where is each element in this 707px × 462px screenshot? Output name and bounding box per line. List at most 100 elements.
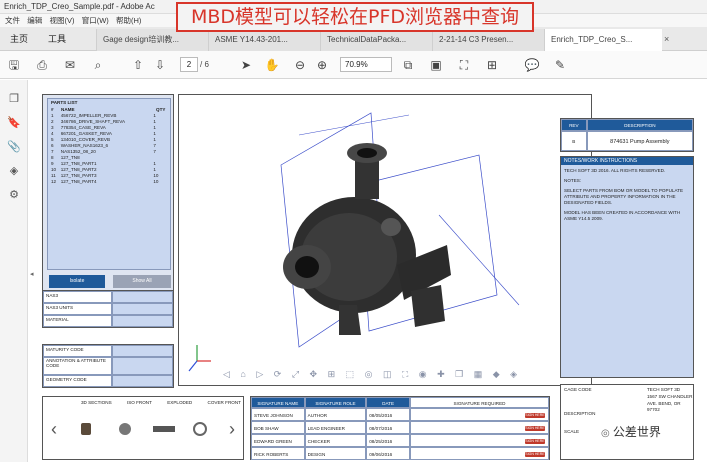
scale-label: SCALE	[564, 429, 580, 434]
nas3-label: NAS3	[43, 291, 112, 303]
sign-here-button[interactable]: SIGN HERE	[525, 452, 545, 457]
layers-icon[interactable]: ◈	[6, 164, 22, 180]
isolate-button[interactable]: Isolate	[49, 275, 105, 288]
annotation-code-label: ANNOTATION & ATTRIBUTE CODE	[43, 357, 112, 375]
caption-banner: MBD模型可以轻松在PFD浏览器中查询	[176, 2, 534, 32]
doc-tab-asme[interactable]: ASME Y14.43-201...	[208, 29, 320, 51]
sign-here-button[interactable]: SIGN HERE	[525, 439, 545, 444]
collapse-arrow-icon[interactable]: ◂	[30, 270, 34, 278]
zoom-out-icon[interactable]: ⊖	[292, 57, 308, 73]
material-value[interactable]	[111, 315, 173, 327]
menu-help[interactable]: 帮助(H)	[116, 16, 141, 25]
toolbar: 🖫 ⎙ ✉ ⌕ ⇧ ⇩ 2 / 6 ➤ ✋ ⊖ ⊕ 70.9% ⧉ ▣ ⛶ ⊞ …	[0, 51, 707, 79]
page-up-icon[interactable]: ⇧	[130, 57, 146, 73]
company-name: TECH SOFT 3D	[647, 387, 681, 392]
doc-tab-gage[interactable]: Gage design培训教...	[96, 29, 208, 51]
window-title: Enrich_TDP_Creo_Sample.pdf - Adobe Ac	[4, 2, 155, 11]
view-thumb-sections[interactable]	[81, 423, 91, 435]
3d-viewport[interactable]: ◁ ⌂ ▷ ⟳ ⤢ ✥ ⊞ ⬚ ◎ ◫ ⛶ ◉ ✚ ❒ ▦ ◆ ◈	[178, 94, 592, 386]
views-prev-arrow-icon[interactable]: ‹	[51, 419, 57, 440]
view-label-sections[interactable]: 3D SECTIONS	[81, 400, 112, 406]
doc-tab-presentation[interactable]: 2-21-14 C3 Presen...	[432, 29, 544, 51]
comment-icon[interactable]: 💬	[524, 57, 540, 73]
maturity-fields: MATURITY CODE ANNOTATION & ATTRIBUTE COD…	[42, 344, 174, 388]
notes-panel: NOTES/WORK INSTRUCTIONS TECH SOFT 3D 201…	[560, 156, 694, 378]
sig-col-date: DATE	[366, 397, 410, 408]
fullscreen-icon[interactable]: ⛶	[456, 57, 472, 73]
print-icon[interactable]: ⎙	[34, 57, 50, 73]
pump-foot-right	[411, 285, 445, 327]
wechat-icon: ◎	[601, 428, 613, 439]
search-icon[interactable]: ⌕	[90, 57, 106, 73]
pen-icon[interactable]: ✎	[552, 57, 568, 73]
select-cursor-icon[interactable]: ➤	[238, 57, 254, 73]
menu-view[interactable]: 视图(V)	[49, 16, 74, 25]
rev-value: B	[561, 131, 587, 151]
doc-tab-tdp[interactable]: TechnicalDataPacka...	[320, 29, 432, 51]
note-copyright: TECH SOFT 3D 2016. ALL RIGHTS RESERVED.	[564, 168, 666, 173]
close-tab-icon[interactable]: ×	[664, 34, 669, 44]
geometry-code-label: GEOMETRY CODE	[43, 375, 112, 387]
hand-tool-icon[interactable]: ✋	[264, 57, 280, 73]
view-thumb-cover[interactable]	[193, 422, 207, 436]
doc-tab-enrich[interactable]: Enrich_TDP_Creo_S...	[544, 29, 662, 51]
signer-name: BOB SHAW	[251, 421, 305, 434]
bookmark-icon[interactable]: 🔖	[6, 116, 22, 132]
view-label-cover[interactable]: COVER FRONT	[208, 400, 241, 406]
menu-edit[interactable]: 编辑	[27, 16, 42, 25]
annotation-code-value[interactable]	[111, 357, 173, 375]
geometry-code-value[interactable]	[111, 375, 173, 387]
scroll-mode-icon[interactable]: ▣	[428, 57, 444, 73]
sign-here-button[interactable]: SIGN HERE	[525, 413, 545, 418]
document-page: PARTS LIST # NAME QTY 1 456722_IMPELLER_R…	[38, 88, 707, 462]
view-thumb-iso[interactable]	[119, 423, 131, 435]
tab-home[interactable]: 主页	[4, 27, 34, 51]
views-panel: 3D SECTIONS ISO FRONT EXPLODED COVER FRO…	[42, 396, 244, 460]
menu-file[interactable]: 文件	[5, 16, 20, 25]
menu-window[interactable]: 窗口(W)	[82, 16, 109, 25]
nas3-value[interactable]	[111, 291, 173, 303]
view-label-exploded[interactable]: EXPLODED	[167, 400, 192, 406]
pump-model-view[interactable]	[179, 95, 591, 385]
sign-date: 08/25/2016	[366, 434, 410, 447]
zoom-level-select[interactable]: 70.9%	[340, 57, 392, 72]
company-address-1: 1567 SW CHANDLER	[647, 394, 693, 399]
sign-date: 09/06/2016	[366, 447, 410, 460]
signer-role: AUTHOR	[304, 408, 367, 421]
signature-field[interactable]: SIGN HERE	[409, 421, 549, 434]
views-next-arrow-icon[interactable]: ›	[229, 419, 235, 440]
part-name: 127_TN8_PART4	[60, 179, 97, 184]
parts-list-row[interactable]: 12 127_TN8_PART4 10	[48, 179, 170, 185]
attachment-icon[interactable]: 📎	[6, 140, 22, 156]
signature-row: BOB SHAW LEAD ENGINEER 08/07/2016 SIGN HERE	[251, 421, 549, 434]
show-all-button[interactable]: Show All	[113, 275, 171, 288]
page-down-icon[interactable]: ⇩	[152, 57, 168, 73]
save-icon[interactable]: 🖫	[6, 57, 22, 73]
view-label-iso[interactable]: ISO FRONT	[127, 400, 152, 406]
signature-field[interactable]: SIGN HERE	[409, 408, 549, 421]
maturity-code-value[interactable]	[111, 345, 173, 357]
fit-page-icon[interactable]: ⧉	[400, 57, 416, 73]
nas3-units-label: NAS3 UNITS	[43, 303, 112, 315]
company-address-2: AVE. BEND, OR 97702	[647, 401, 681, 412]
zoom-in-icon[interactable]: ⊕	[314, 57, 330, 73]
description-value: 874631 Pump Assembly	[586, 131, 693, 151]
description-label: DESCRIPTION	[564, 411, 596, 416]
pages-icon[interactable]: ❐	[6, 92, 22, 108]
revision-table: REV DESCRIPTION B 874631 Pump Assembly	[560, 118, 694, 152]
sign-here-button[interactable]: SIGN HERE	[525, 426, 545, 431]
mail-icon[interactable]: ✉	[62, 57, 78, 73]
sig-col-required: SIGNATURE REQUIRED	[409, 397, 549, 408]
tab-tools[interactable]: 工具	[42, 27, 72, 51]
signature-field[interactable]: SIGN HERE	[409, 434, 549, 447]
read-mode-icon[interactable]: ⊞	[484, 57, 500, 73]
page-number-input[interactable]: 2	[180, 57, 198, 72]
signature-table: SIGNATURE NAME SIGNATURE ROLE DATE SIGNA…	[250, 396, 550, 460]
view-controls[interactable]: ◁ ⌂ ▷ ⟳ ⤢ ✥ ⊞ ⬚ ◎ ◫ ⛶ ◉ ✚ ❒ ▦ ◆ ◈	[223, 369, 573, 381]
model-tree-icon[interactable]: ⚙	[6, 188, 22, 204]
parts-list: PARTS LIST # NAME QTY 1 456722_IMPELLER_R…	[47, 98, 171, 270]
view-thumb-exploded[interactable]	[153, 426, 175, 432]
signer-name: EDWARD GREEN	[251, 434, 305, 447]
signature-field[interactable]: SIGN HERE	[409, 447, 549, 460]
nas3-units-value[interactable]	[111, 303, 173, 315]
